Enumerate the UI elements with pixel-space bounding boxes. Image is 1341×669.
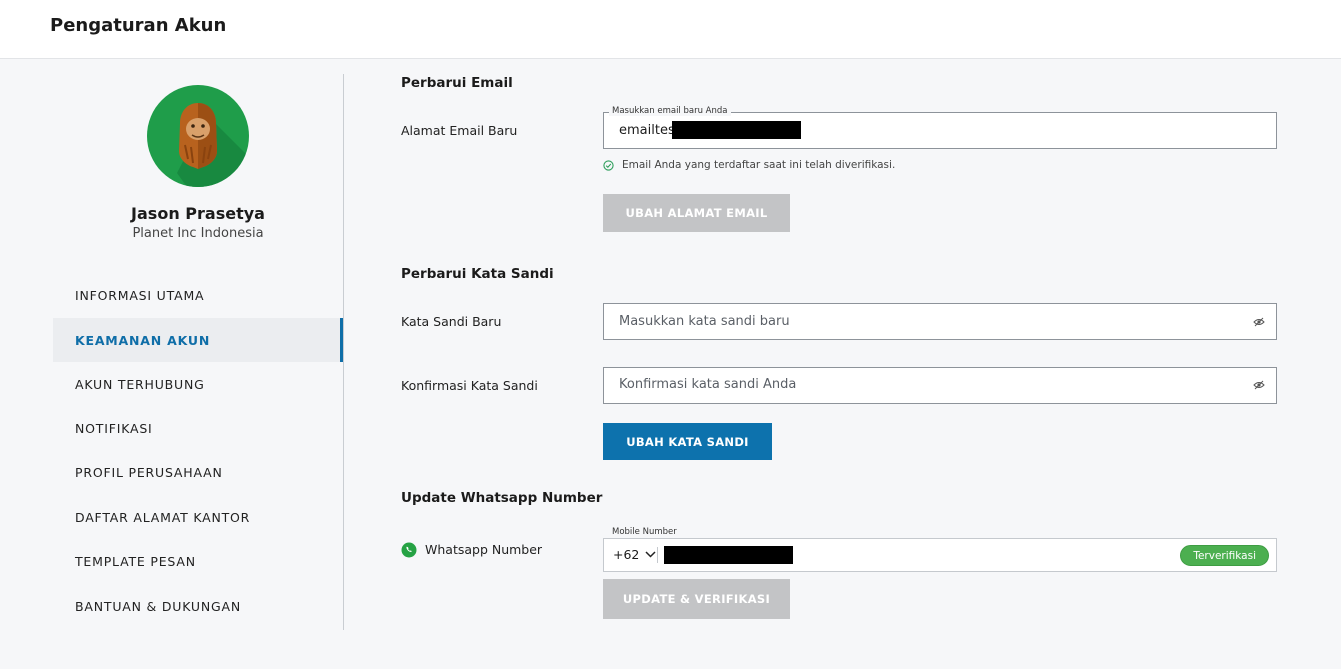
email-field-label: Alamat Email Baru (401, 123, 518, 138)
confirm-password-placeholder: Konfirmasi kata sandi Anda (619, 377, 797, 392)
eye-slash-icon[interactable] (1253, 317, 1265, 327)
verified-note-text: Email Anda yang terdaftar saat ini telah… (622, 159, 896, 171)
change-email-button[interactable]: UBAH ALAMAT EMAIL (603, 194, 790, 232)
confirm-password-label: Konfirmasi Kata Sandi (401, 378, 538, 393)
password-section-title: Perbarui Kata Sandi (401, 266, 554, 282)
country-code-select[interactable]: +62 (613, 547, 656, 562)
orangutan-avatar-icon (177, 103, 249, 187)
verified-badge: Terverifikasi (1180, 545, 1269, 566)
profile-name: Jason Prasetya (131, 204, 265, 223)
email-floating-label: Masukkan email baru Anda (609, 106, 731, 116)
new-password-field[interactable]: Masukkan kata sandi baru (603, 303, 1277, 340)
redacted-phone-number (664, 546, 793, 564)
sidebar-item-profil-perusahaan[interactable]: PROFIL PERUSAHAAN (53, 450, 343, 494)
sidebar-item-akun-terhubung[interactable]: AKUN TERHUBUNG (53, 362, 343, 406)
sidebar-item-notifikasi[interactable]: NOTIFIKASI (53, 406, 343, 450)
email-field[interactable]: emailtest (603, 112, 1277, 149)
confirm-password-field[interactable]: Konfirmasi kata sandi Anda (603, 367, 1277, 404)
change-password-button[interactable]: UBAH KATA SANDI (603, 423, 772, 460)
eye-slash-icon[interactable] (1253, 380, 1265, 390)
email-verified-note: Email Anda yang terdaftar saat ini telah… (603, 159, 895, 171)
page-title: Pengaturan Akun (50, 15, 227, 36)
sidebar-item-keamanan-akun[interactable]: KEAMANAN AKUN (53, 318, 343, 362)
sidebar-item-bantuan-dukungan[interactable]: BANTUAN & DUKUNGAN (53, 584, 343, 628)
whatsapp-field-label: Whatsapp Number (425, 542, 543, 557)
redacted-email (672, 121, 801, 139)
profile-company: Planet Inc Indonesia (132, 226, 264, 241)
update-verify-button[interactable]: UPDATE & VERIFIKASI (603, 579, 790, 619)
sidebar-divider (343, 74, 344, 630)
email-value: emailtest (619, 123, 680, 138)
whatsapp-icon (401, 542, 417, 558)
whatsapp-number-field[interactable]: +62 Terverifikasi (603, 538, 1277, 572)
avatar[interactable] (147, 85, 249, 187)
country-code-value: +62 (613, 547, 640, 562)
chevron-down-icon (645, 551, 656, 558)
email-section-title: Perbarui Email (401, 75, 513, 91)
new-password-label: Kata Sandi Baru (401, 314, 502, 329)
top-bar: Pengaturan Akun (0, 0, 1341, 59)
country-code-separator (657, 547, 658, 563)
sidebar-item-template-pesan[interactable]: TEMPLATE PESAN (53, 539, 343, 583)
new-password-placeholder: Masukkan kata sandi baru (619, 314, 790, 329)
sidebar-item-daftar-alamat-kantor[interactable]: DAFTAR ALAMAT KANTOR (53, 495, 343, 539)
check-circle-icon (603, 159, 614, 171)
mobile-floating-label: Mobile Number (612, 527, 677, 537)
whatsapp-section-title: Update Whatsapp Number (401, 490, 603, 506)
sidebar-item-informasi-utama[interactable]: INFORMASI UTAMA (53, 273, 343, 317)
